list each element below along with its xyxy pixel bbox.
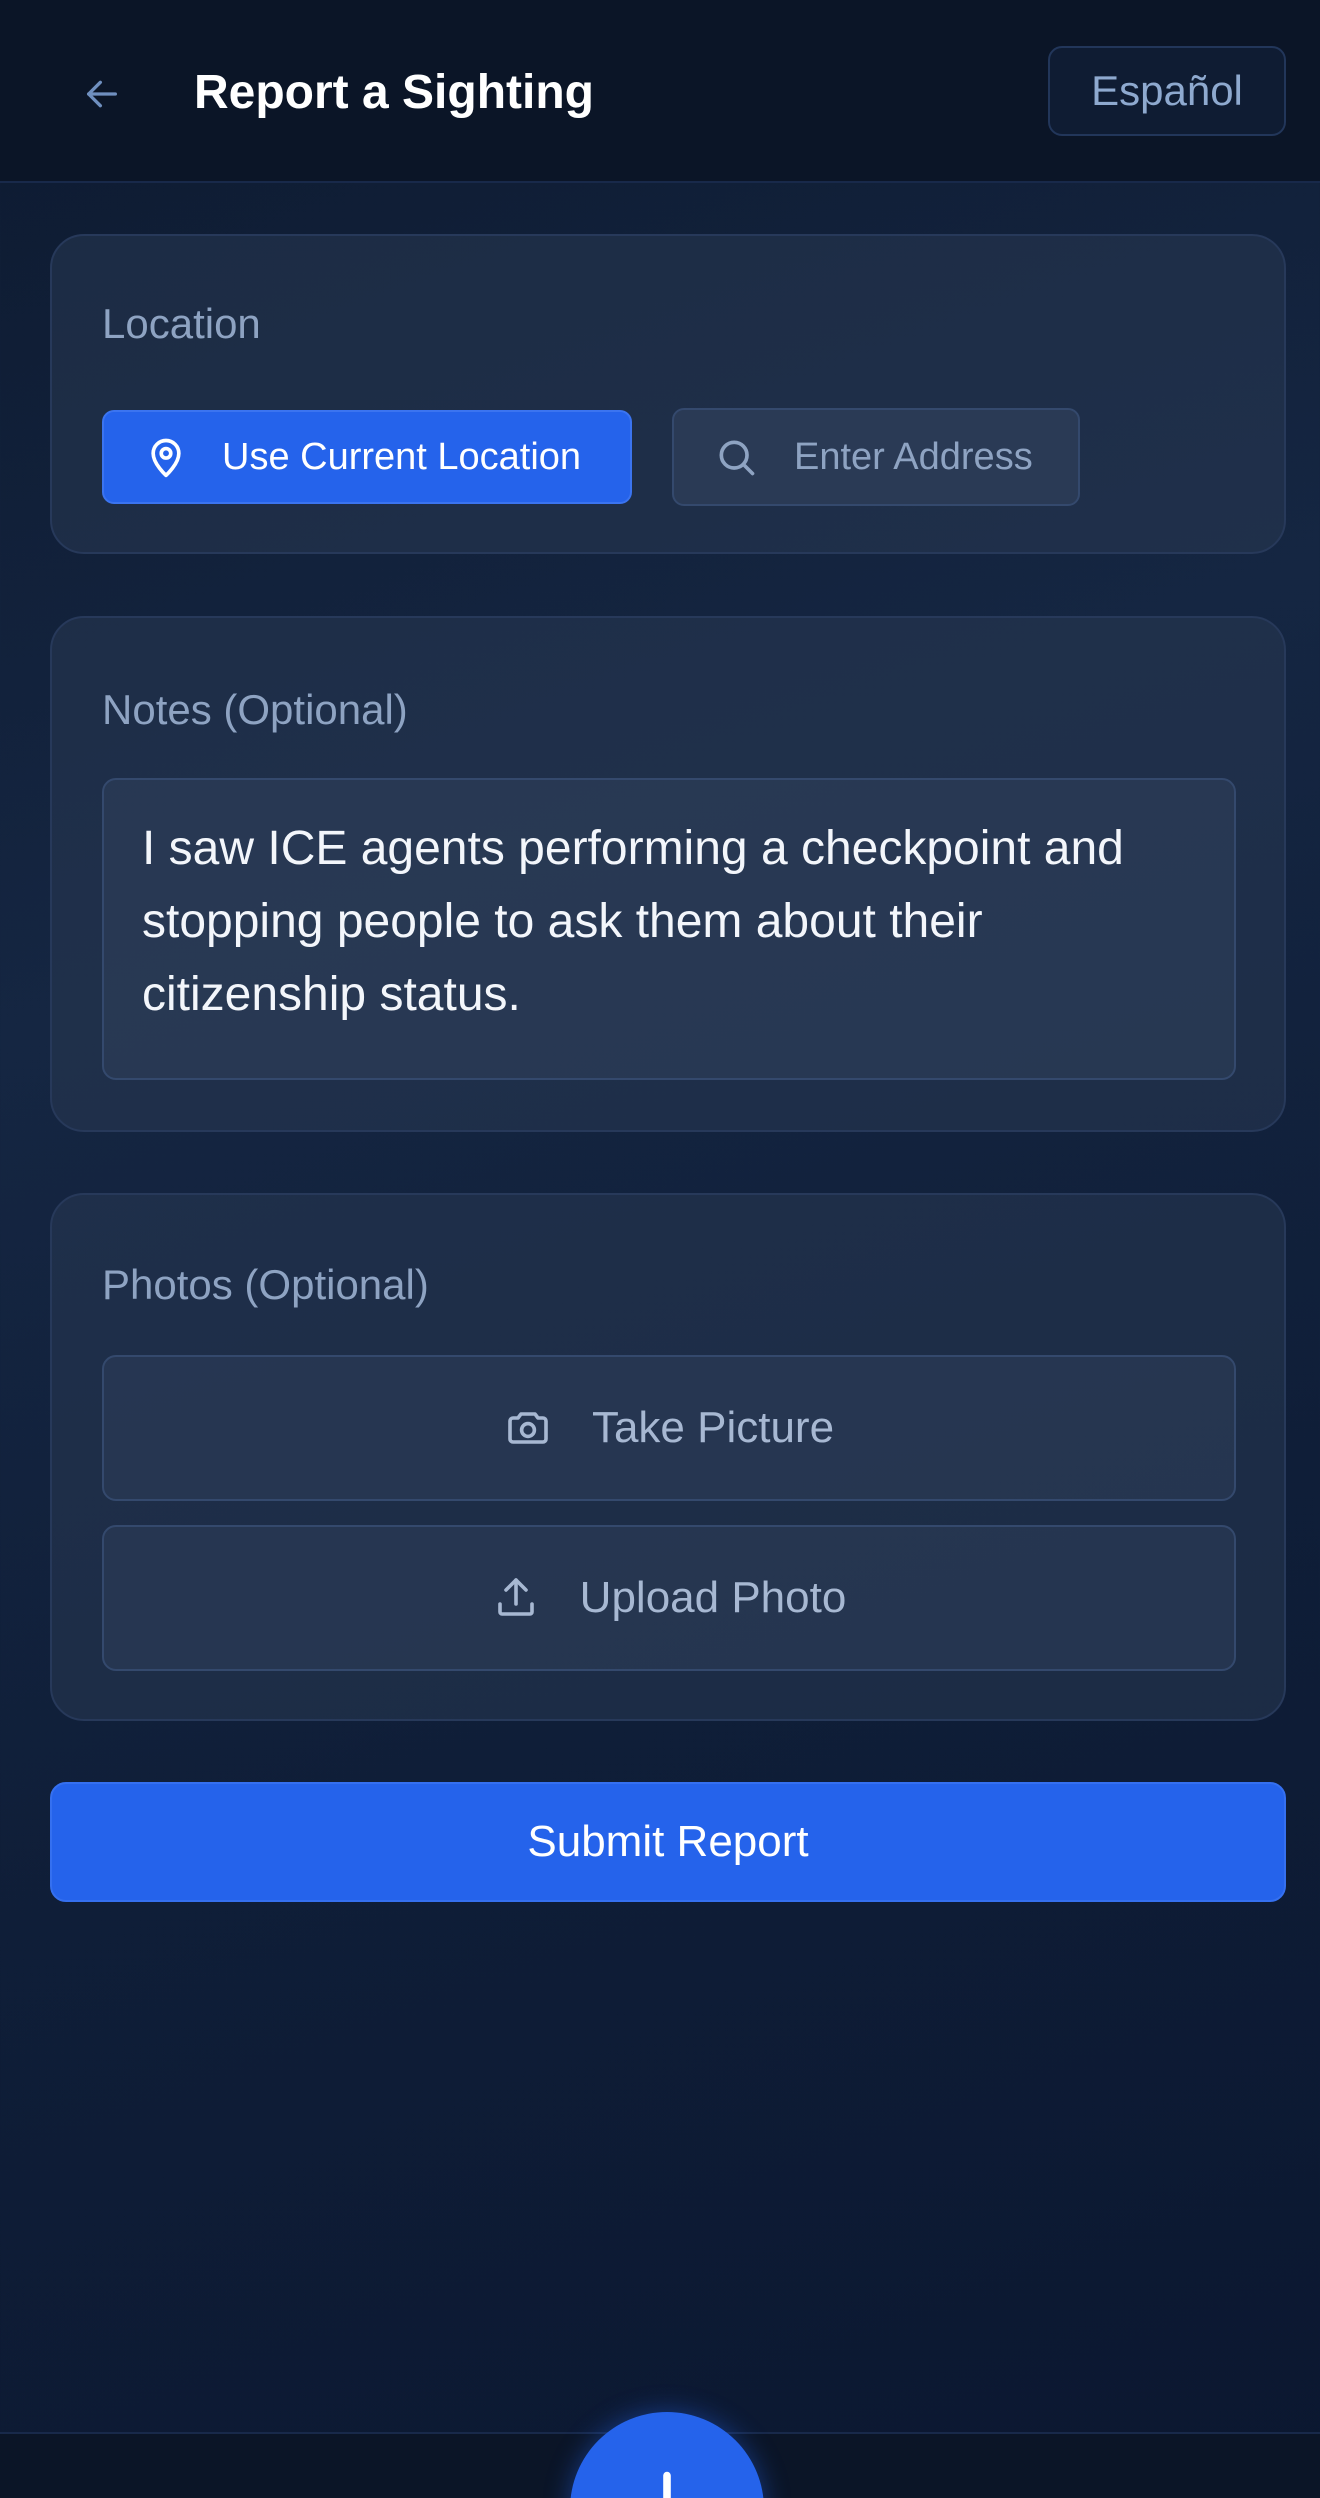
arrow-left-icon — [87, 80, 118, 108]
app-header: Report a Sighting Español — [0, 0, 1320, 183]
location-card: Location Use Current Location Enter Addr… — [50, 234, 1286, 554]
notes-label: Notes (Optional) — [102, 686, 408, 733]
upload-icon — [497, 1578, 534, 1616]
page-title: Report a Sighting — [194, 66, 594, 119]
upload-photo-button[interactable]: Upload Photo — [102, 1525, 1236, 1671]
photos-label: Photos (Optional) — [102, 1261, 429, 1308]
camera-icon — [508, 1412, 548, 1444]
notes-textarea[interactable]: I saw ICE agents performing a checkpoint… — [102, 778, 1236, 1080]
search-icon — [719, 440, 755, 476]
map-pin-icon — [151, 438, 181, 478]
plus-icon — [663, 2471, 671, 2498]
language-toggle-button[interactable]: Español — [1048, 46, 1286, 136]
take-picture-label: Take Picture — [591, 1403, 835, 1452]
notes-card: Notes (Optional) I saw ICE agents perfor… — [50, 616, 1286, 1132]
location-label: Location — [102, 300, 261, 347]
submit-report-button[interactable]: Submit Report — [50, 1782, 1286, 1902]
back-button[interactable] — [70, 62, 134, 126]
use-current-location-button[interactable]: Use Current Location — [102, 410, 632, 504]
use-current-location-label: Use Current Location — [222, 435, 582, 478]
enter-address-button[interactable]: Enter Address — [672, 408, 1080, 506]
add-report-fab[interactable] — [570, 2412, 764, 2498]
photos-card: Photos (Optional) Take Picture Upload Ph… — [50, 1193, 1286, 1721]
upload-photo-label: Upload Photo — [579, 1573, 847, 1622]
enter-address-label: Enter Address — [794, 435, 1033, 478]
take-picture-button[interactable]: Take Picture — [102, 1355, 1236, 1501]
